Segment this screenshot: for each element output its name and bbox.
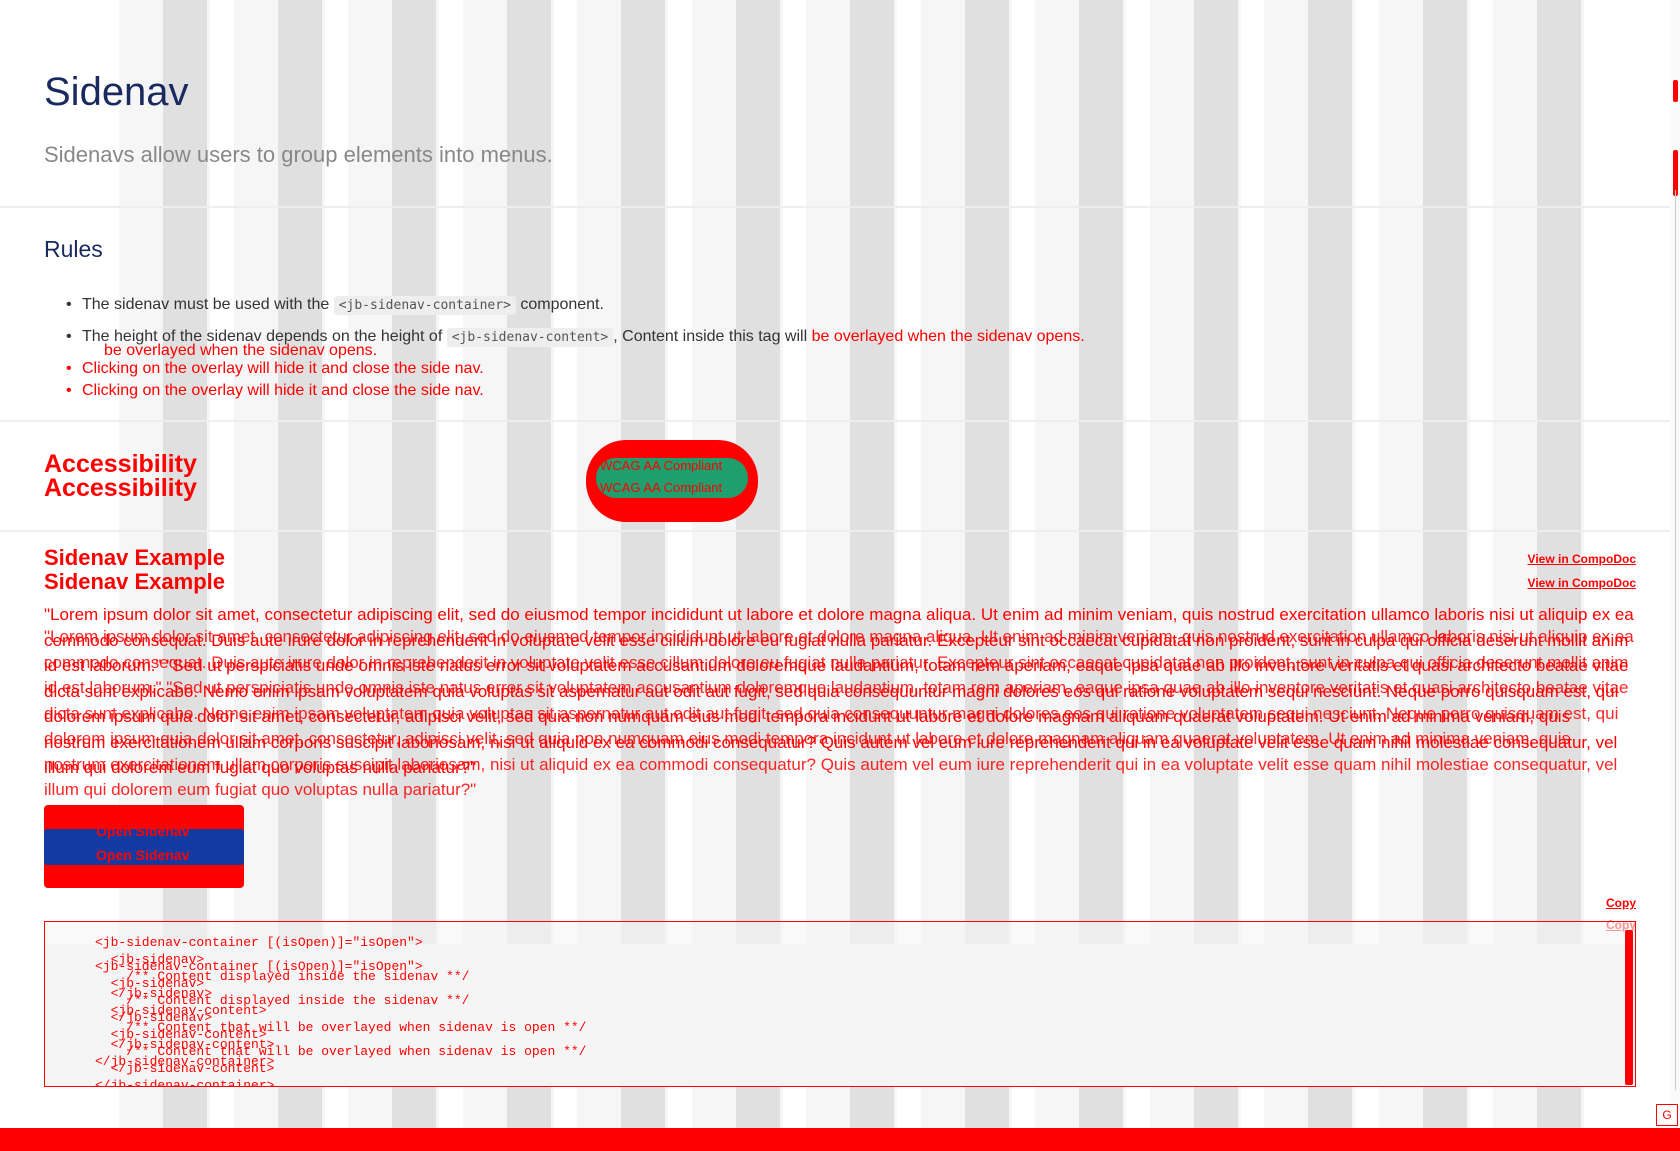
footer-bar (0, 1128, 1680, 1151)
wcag-badge: WCAG AA Compliant WCAG AA Compliant (586, 440, 758, 522)
rules-list: The sidenav must be used with the <jb-si… (66, 294, 1566, 412)
rule-text: component. (515, 296, 604, 313)
code-content: <jb-sidenav-container [(isOpen)]="isOpen… (95, 959, 587, 1087)
scroll-marker (1673, 80, 1678, 102)
rules-section: Rules The sidenav must be used with the … (44, 236, 1644, 402)
open-sidenav-label[interactable]: Open Sidenav (96, 847, 189, 863)
rules-title: Rules (44, 236, 103, 262)
page-subtitle: Sidenavs allow users to group elements i… (44, 142, 553, 167)
accessibility-title: Accessibility (44, 474, 197, 502)
rule-item: Clicking on the overlay will hide it and… (66, 358, 1566, 380)
rule-text: , Content inside this tag will (613, 328, 812, 345)
accessibility-title: Accessibility (44, 450, 197, 478)
open-sidenav-label[interactable]: Open Sidenav (96, 823, 189, 839)
wcag-badge-label: WCAG AA Compliant (600, 480, 723, 495)
code-scrollbar[interactable] (1625, 930, 1633, 1085)
accessibility-section: Accessibility Accessibility WCAG AA Comp… (44, 440, 1644, 532)
wcag-badge-label: WCAG AA Compliant (600, 458, 723, 473)
view-in-compodoc-link[interactable]: View in CompoDoc (1528, 576, 1636, 590)
view-in-compodoc-link[interactable]: View in CompoDoc (1528, 552, 1636, 566)
page-header: Sidenav Sidenavs allow users to group el… (0, 0, 1670, 208)
example-body-text: "Lorem ipsum dolor sit amet, consectetur… (44, 627, 1634, 799)
docs-page: Sidenav Sidenavs allow users to group el… (0, 0, 1670, 1151)
scroll-track (1675, 190, 1676, 1090)
code-snippet: <jb-sidenav-content> (446, 328, 614, 347)
example-title: Sidenav Example (44, 545, 225, 570)
open-sidenav-button-wrapper: Open Sidenav Open Sidenav (44, 805, 244, 888)
rule-item: The sidenav must be used with the <jb-si… (66, 294, 1566, 326)
rule-highlight: be overlayed when the sidenav opens. (811, 328, 1085, 345)
page-title: Sidenav (44, 70, 189, 114)
rule-text: The sidenav must be used with the (82, 296, 334, 313)
corner-button[interactable]: G (1656, 1104, 1678, 1126)
code-block: <jb-sidenav-container [(isOpen)]="isOpen… (44, 921, 1636, 1087)
section-divider (0, 420, 1670, 422)
rule-item: The height of the sidenav depends on the… (66, 326, 1566, 359)
copy-code-link[interactable]: Copy (1606, 896, 1636, 910)
section-divider (0, 530, 1670, 532)
example-title: Sidenav Example (44, 569, 225, 594)
page-scrollbar[interactable] (1670, 0, 1680, 1151)
rule-item: Clicking on the overlay will hide it and… (66, 380, 1566, 412)
code-snippet: <jb-sidenav-container> (333, 296, 516, 315)
